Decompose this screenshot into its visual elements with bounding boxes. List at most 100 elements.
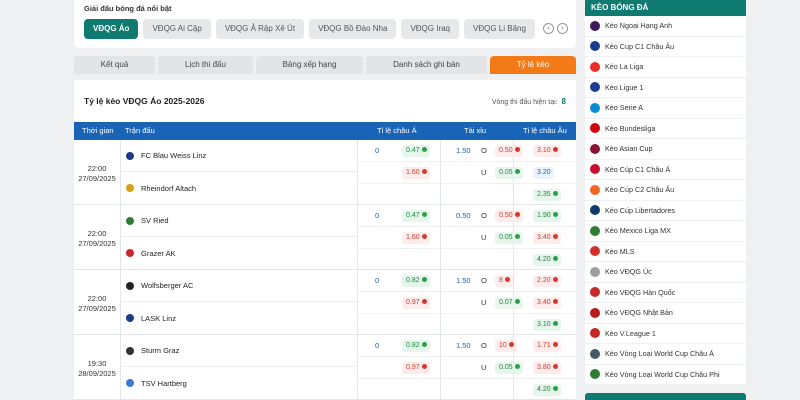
sidebar-item-label: Kèo VĐQG Hàn Quốc	[605, 287, 676, 297]
home-team[interactable]: Wolfsberger AC	[120, 270, 357, 302]
home-team[interactable]: Sturm Graz	[120, 335, 357, 367]
away-team[interactable]: Grazer AK	[120, 237, 357, 269]
home-team[interactable]: FC Blau Weiss Linz	[120, 140, 357, 172]
handicap-away-odds[interactable]: 1.60	[402, 167, 430, 179]
match-row[interactable]: 22:00 27/09/2025 Wolfsberger AC LASK Lin…	[74, 270, 576, 335]
league-chip-austria[interactable]: VĐQG Áo	[84, 19, 139, 39]
odds-down-icon	[552, 233, 558, 239]
sidebar-item[interactable]: Kèo Vòng Loại World Cup Châu Phi	[585, 365, 746, 385]
match-row[interactable]: 22:00 27/09/2025 SV Ried Grazer AK 0 0.4…	[74, 205, 576, 270]
european-draw-odds[interactable]: 3.20	[533, 167, 554, 179]
home-team[interactable]: SV Ried	[120, 205, 357, 237]
odds-down-icon	[508, 341, 514, 347]
tab-odds[interactable]: Tỷ lệ kèo	[490, 56, 576, 74]
under-label: U	[481, 363, 487, 372]
over-odds[interactable]: 8	[495, 275, 513, 287]
away-team[interactable]: Rheindorf Altach	[120, 172, 357, 204]
sidebar-item[interactable]: Kèo MLS	[585, 242, 746, 262]
handicap-home-odds[interactable]: 0.82	[402, 275, 430, 287]
sidebar-item[interactable]: Kèo Cúp C1 Châu Á	[585, 160, 746, 180]
sidebar-item[interactable]: Kèo Mexico Liga MX	[585, 221, 746, 242]
european-home-odds[interactable]: 1.71	[533, 340, 561, 352]
match-row[interactable]: 19:30 28/09/2025 Sturm Graz TSV Hartberg…	[74, 335, 576, 400]
over-odds[interactable]: 10	[495, 340, 517, 352]
chevron-left-icon[interactable]: ‹	[543, 23, 554, 34]
european-draw-odds[interactable]: 3.80	[533, 362, 561, 374]
handicap-away-odds[interactable]: 1.60	[402, 232, 430, 244]
sidebar-title: Kèo bóng đá	[585, 0, 746, 16]
sidebar-item-label: Kèo Ligue 1	[605, 82, 644, 92]
league-logo-icon	[590, 20, 600, 31]
league-chip-saudi[interactable]: VĐQG Ả Rập Xê Út	[215, 19, 305, 39]
team-logo-icon	[126, 281, 134, 290]
odds-line-1: 0 0.82 1.50 O 8 2.20	[357, 270, 576, 292]
under-odds[interactable]: 0.07	[495, 297, 523, 309]
away-team-name: TSV Hartberg	[141, 378, 187, 388]
over-odds[interactable]: 0.50	[495, 145, 523, 157]
sidebar-item[interactable]: Kèo Cúp Libertadores	[585, 201, 746, 221]
odds-down-icon	[421, 298, 427, 304]
european-draw-odds[interactable]: 3.40	[533, 232, 561, 244]
under-label: U	[481, 168, 487, 177]
handicap-home-odds[interactable]: 0.47	[402, 210, 430, 222]
under-odds[interactable]: 0.05	[495, 232, 523, 244]
sidebar-item[interactable]: Kèo VĐQG Úc	[585, 262, 746, 283]
sidebar-item[interactable]: Kèo Asian Cup	[585, 139, 746, 160]
league-logo-icon	[590, 369, 600, 380]
chevron-right-icon[interactable]: ›	[557, 23, 568, 34]
sidebar-item[interactable]: Kèo VĐQG Hàn Quốc	[585, 283, 746, 303]
under-odds[interactable]: 0.05	[495, 167, 523, 179]
handicap-home-odds[interactable]: 0.82	[402, 340, 430, 352]
match-row[interactable]: 22:00 27/09/2025 FC Blau Weiss Linz Rhei…	[74, 140, 576, 205]
european-home-odds[interactable]: 3.10	[533, 145, 561, 157]
under-label: U	[481, 233, 487, 242]
handicap-home-odds[interactable]: 0.47	[402, 145, 430, 157]
european-away-odds[interactable]: 3.10	[533, 319, 561, 331]
over-odds[interactable]: 0.50	[495, 210, 523, 222]
tab-results[interactable]: Kết quả	[74, 56, 155, 74]
round-value: 8	[561, 96, 566, 106]
sidebar-item[interactable]: Kèo VĐQG Nhật Bản	[585, 303, 746, 324]
handicap-line: 0	[375, 276, 380, 285]
round-label: Vòng thi đấu hiện tại:	[491, 98, 558, 106]
handicap-away-odds[interactable]: 0.97	[402, 297, 430, 309]
sidebar-item[interactable]: Kèo V.League 1	[585, 324, 746, 344]
sidebar-item[interactable]: Kèo Bundesliga	[585, 119, 746, 139]
sidebar-item-label: Kèo Asian Cup	[605, 144, 653, 154]
sidebar-item[interactable]: Kèo Serie A	[585, 98, 746, 119]
sidebar-item[interactable]: Kèo Vòng Loại World Cup Châu Á	[585, 344, 746, 365]
away-team[interactable]: TSV Hartberg	[120, 367, 357, 399]
col-asian-handicap: Tỉ lệ châu Á	[377, 126, 417, 135]
european-home-odds[interactable]: 1.90	[533, 210, 561, 222]
sidebar-item-label: Kèo Mexico Liga MX	[605, 226, 671, 236]
odds-line-3: 2.35	[357, 184, 576, 206]
league-chip-egypt[interactable]: VĐQG Ai Cập	[143, 19, 211, 39]
home-team-name: Sturm Graz	[141, 346, 180, 355]
tab-standings[interactable]: Bảng xếp hạng	[256, 56, 363, 74]
match-time: 19:30 28/09/2025	[74, 335, 120, 400]
league-chip-iraq[interactable]: VĐQG Iraq	[401, 19, 460, 39]
sidebar-item[interactable]: Kèo Cúp C2 Châu Âu	[585, 180, 746, 201]
sidebar-item[interactable]: Kèo Cup C1 Châu Âu	[585, 37, 746, 57]
odds-value: 0.97	[406, 299, 420, 306]
handicap-away-odds[interactable]: 0.97	[402, 362, 430, 374]
sidebar-item[interactable]: Kèo Ligue 1	[585, 78, 746, 98]
sidebar-item[interactable]: Kèo La Liga	[585, 57, 746, 78]
odds-up-icon	[552, 320, 558, 326]
tab-scorers[interactable]: Danh sách ghi bàn	[366, 56, 487, 74]
european-draw-odds[interactable]: 3.40	[533, 297, 561, 309]
away-team[interactable]: LASK Linz	[120, 302, 357, 334]
away-team-name: Grazer AK	[141, 248, 176, 258]
sidebar-item[interactable]: Kèo Ngoại Hạng Anh	[585, 16, 746, 37]
league-logo-icon	[590, 246, 600, 257]
over-label: O	[481, 211, 487, 220]
european-home-odds[interactable]: 2.20	[533, 275, 561, 287]
under-odds[interactable]: 0.05	[495, 362, 523, 374]
league-chip-lebanon[interactable]: VĐQG Li Băng	[464, 19, 535, 39]
tab-schedule[interactable]: Lịch thi đấu	[158, 56, 253, 74]
european-away-odds[interactable]: 4.20	[533, 384, 561, 396]
league-chip-portugal[interactable]: VĐQG Bồ Đào Nha	[309, 19, 397, 39]
european-away-odds[interactable]: 4.20	[533, 254, 561, 266]
league-logo-icon	[590, 225, 600, 236]
european-away-odds[interactable]: 2.35	[533, 189, 561, 201]
